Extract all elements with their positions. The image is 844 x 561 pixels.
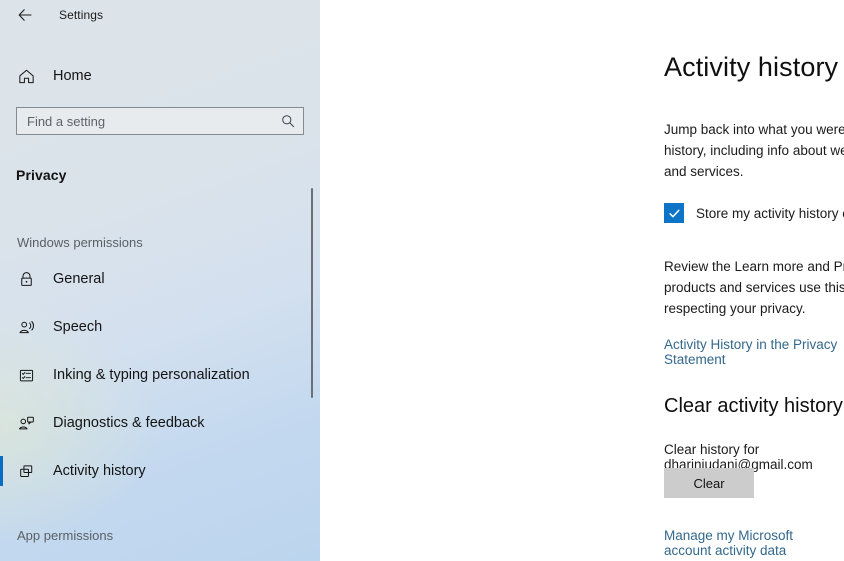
store-activity-history-checkbox-row[interactable]: Store my activity history on this device: [664, 203, 844, 223]
review-paragraph: Review the Learn more and Privacy Statem…: [664, 259, 844, 316]
home-icon: [15, 65, 37, 87]
sidebar-item-speech-label: Speech: [53, 319, 103, 335]
speech-person-icon: [15, 316, 37, 338]
sidebar-item-home[interactable]: Home: [0, 59, 320, 93]
manage-account-activity-link[interactable]: Manage my Microsoft account activity dat…: [664, 528, 844, 558]
person-feedback-icon: [15, 412, 37, 434]
clear-activity-history-heading: Clear activity history: [664, 395, 843, 417]
sidebar-group-label-windows-permissions: Windows permissions: [17, 235, 143, 250]
store-activity-history-checkbox[interactable]: [664, 203, 684, 223]
sidebar-item-diagnostics-feedback-label: Diagnostics & feedback: [53, 415, 205, 431]
privacy-statement-link[interactable]: Activity History in the Privacy Statemen…: [664, 337, 844, 367]
main-content: Activity history Jump back into what you…: [320, 0, 844, 561]
back-button[interactable]: [10, 2, 40, 28]
store-activity-history-label: Store my activity history on this device: [696, 205, 844, 221]
sidebar-item-diagnostics-feedback[interactable]: Diagnostics & feedback: [0, 406, 320, 440]
search-box[interactable]: [16, 107, 304, 135]
sidebar-scrollbar-thumb[interactable]: [311, 188, 313, 398]
sidebar-item-inking-typing-personalization-label: Inking & typing personalization: [53, 367, 250, 383]
checkmark-icon: [668, 209, 680, 217]
page-title: Activity history: [664, 52, 839, 82]
intro-paragraph: Jump back into what you were doing on yo…: [664, 122, 844, 179]
sidebar-nav-list: General Speech Inking & typing personali…: [0, 262, 320, 488]
sidebar-scrollbar-track[interactable]: [309, 0, 317, 561]
form-list-icon: [15, 364, 37, 386]
sidebar-item-home-label: Home: [53, 68, 92, 84]
sidebar: Settings Home Privacy Windows permission…: [0, 0, 320, 561]
sidebar-category-title: Privacy: [16, 167, 67, 183]
sidebar-item-activity-history[interactable]: Activity history: [0, 454, 320, 488]
sidebar-item-speech[interactable]: Speech: [0, 310, 320, 344]
settings-window: Settings Home Privacy Windows permission…: [0, 0, 844, 561]
window-title: Settings: [59, 8, 104, 22]
lock-icon: [15, 268, 37, 290]
clear-button[interactable]: Clear: [664, 468, 754, 498]
search-icon[interactable]: [281, 114, 295, 128]
sidebar-item-general-label: General: [53, 271, 105, 287]
title-bar: Settings: [0, 0, 320, 30]
sidebar-group-label-app-permissions: App permissions: [17, 528, 114, 543]
back-arrow-icon: [18, 9, 32, 21]
sidebar-item-activity-history-label: Activity history: [53, 463, 146, 479]
overlapping-windows-icon: [15, 460, 37, 482]
sidebar-item-general[interactable]: General: [0, 262, 320, 296]
search-input[interactable]: [17, 108, 303, 134]
sidebar-item-inking-typing-personalization[interactable]: Inking & typing personalization: [0, 358, 320, 392]
